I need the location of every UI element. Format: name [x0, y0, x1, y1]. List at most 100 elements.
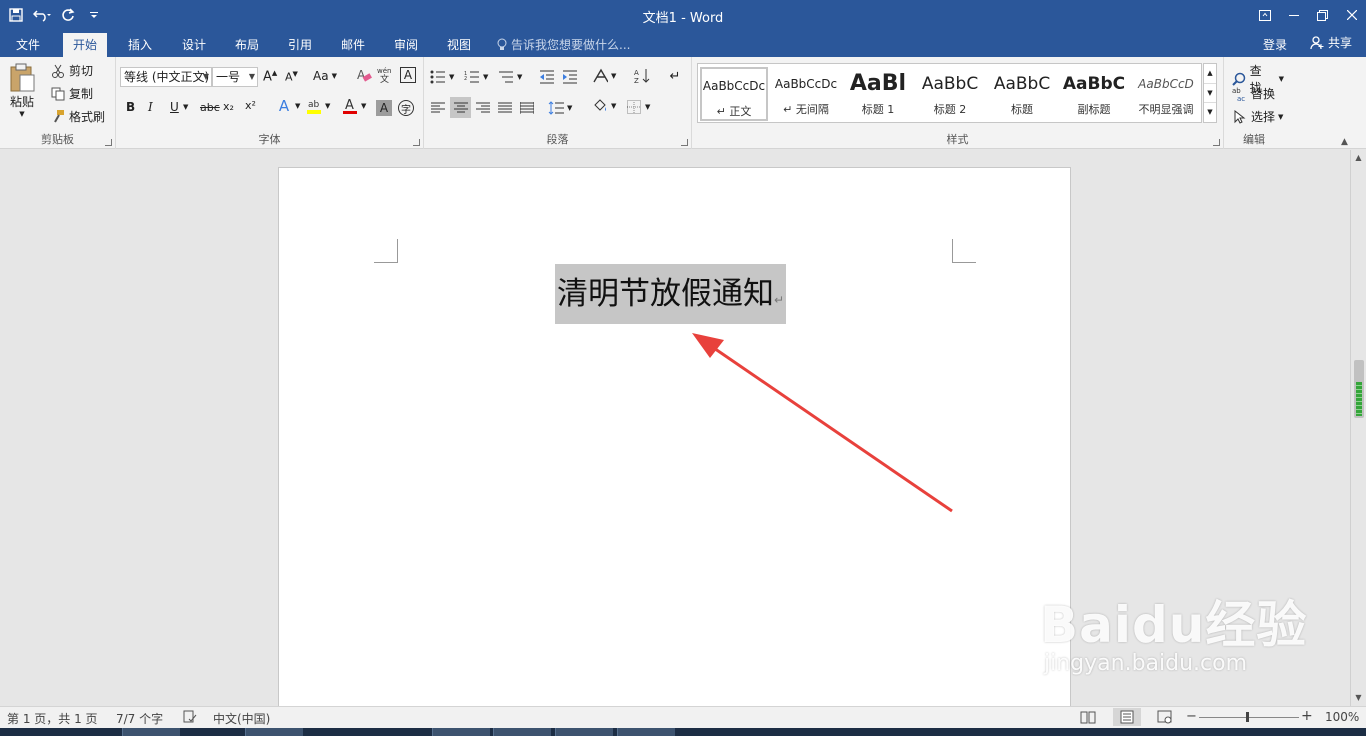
- restore-icon[interactable]: [1308, 0, 1337, 30]
- strikethrough-button[interactable]: abc: [200, 101, 220, 114]
- proofing-icon[interactable]: [183, 710, 197, 727]
- zoom-level[interactable]: 100%: [1325, 710, 1359, 724]
- style-heading-1[interactable]: AaBl 标题 1: [844, 67, 912, 121]
- replace-button[interactable]: ab ac 替换: [1232, 85, 1275, 102]
- vertical-scrollbar[interactable]: ▲ ▼: [1350, 150, 1366, 706]
- zoom-slider[interactable]: [1199, 717, 1299, 718]
- zoom-slider-thumb[interactable]: [1246, 712, 1249, 722]
- login-link[interactable]: 登录: [1263, 36, 1287, 53]
- styles-launcher-icon[interactable]: [1213, 139, 1220, 146]
- gallery-more-icon[interactable]: ▼: [1204, 102, 1216, 121]
- line-spacing-button[interactable]: ▼: [548, 100, 572, 116]
- sort-button[interactable]: AZ: [634, 68, 650, 84]
- underline-button[interactable]: U: [170, 100, 179, 114]
- show-marks-button[interactable]: ↵: [667, 68, 683, 84]
- chinese-layout-button[interactable]: ▼: [592, 68, 616, 84]
- change-case-button[interactable]: Aa ▼: [313, 69, 337, 83]
- style-heading-2[interactable]: AaBbC 标题 2: [916, 67, 984, 121]
- borders-button[interactable]: ▼: [626, 99, 650, 115]
- font-launcher-icon[interactable]: [413, 139, 420, 146]
- tell-me-search[interactable]: 告诉我您想要做什么...: [497, 36, 630, 53]
- phonetic-guide-button[interactable]: wén 文: [377, 67, 393, 83]
- phonetic-guide-icon: wén 文: [377, 67, 393, 83]
- format-painter-button[interactable]: 格式刷: [50, 108, 105, 125]
- page-count[interactable]: 第 1 页，共 1 页: [7, 710, 98, 727]
- increase-indent-button[interactable]: [562, 69, 578, 85]
- copy-label: 复制: [69, 87, 94, 101]
- highlight-color-button[interactable]: ab ▼: [306, 98, 330, 114]
- tab-design[interactable]: 设计: [172, 33, 216, 57]
- superscript-button[interactable]: x²: [245, 99, 256, 112]
- paste-button[interactable]: 粘贴 ▼: [8, 63, 36, 118]
- zoom-out-icon[interactable]: −: [1186, 709, 1197, 724]
- style-no-spacing[interactable]: AaBbCcDc ↵ 无间隔: [772, 67, 840, 121]
- character-border-button[interactable]: A: [400, 67, 416, 83]
- tab-references[interactable]: 引用: [278, 33, 322, 57]
- font-name-combo[interactable]: 等线 (中文正文) ▼: [120, 67, 212, 87]
- tab-view[interactable]: 视图: [437, 33, 481, 57]
- tab-file[interactable]: 文件: [6, 33, 50, 57]
- minimize-icon[interactable]: [1279, 0, 1308, 30]
- cut-button[interactable]: 剪切: [50, 62, 93, 79]
- subscript-button[interactable]: x₂: [223, 100, 234, 113]
- grow-font-button[interactable]: A▲: [263, 69, 277, 84]
- clipboard-launcher-icon[interactable]: [105, 139, 112, 146]
- tab-mailings[interactable]: 邮件: [331, 33, 375, 57]
- select-button[interactable]: 选择 ▼: [1232, 108, 1283, 125]
- tab-layout[interactable]: 布局: [225, 33, 269, 57]
- distributed-button[interactable]: [519, 100, 535, 116]
- line-spacing-icon: [548, 100, 564, 116]
- language-indicator[interactable]: 中文(中国): [213, 710, 270, 727]
- italic-button[interactable]: I: [148, 100, 153, 114]
- taskbar-item[interactable]: [432, 728, 490, 736]
- print-layout-icon[interactable]: [1113, 708, 1141, 726]
- align-right-button[interactable]: [475, 100, 491, 116]
- style-normal[interactable]: AaBbCcDc ↵ 正文: [700, 67, 768, 121]
- align-center-button[interactable]: [450, 97, 471, 118]
- web-layout-icon[interactable]: [1157, 710, 1173, 727]
- share-button[interactable]: 共享: [1310, 34, 1352, 51]
- taskbar-item[interactable]: [493, 728, 551, 736]
- font-color-button[interactable]: A ▼: [342, 98, 366, 114]
- text-effects-button[interactable]: A ▼: [276, 97, 301, 115]
- bullets-button[interactable]: ▼: [430, 69, 454, 85]
- shading-button[interactable]: ▼: [592, 98, 616, 114]
- zoom-in-icon[interactable]: +: [1301, 708, 1313, 724]
- copy-button[interactable]: 复制: [50, 85, 93, 102]
- svg-text:ab: ab: [1232, 87, 1241, 95]
- gallery-up-icon[interactable]: ▲: [1204, 64, 1216, 83]
- tab-insert[interactable]: 插入: [118, 33, 162, 57]
- scroll-thumb[interactable]: [1354, 360, 1364, 418]
- word-count[interactable]: 7/7 个字: [116, 710, 163, 727]
- taskbar-item[interactable]: [555, 728, 613, 736]
- style-title[interactable]: AaBbC 标题: [988, 67, 1056, 121]
- gallery-down-icon[interactable]: ▼: [1204, 83, 1216, 102]
- underline-dropdown-icon[interactable]: ▼: [183, 103, 188, 111]
- collapse-ribbon-icon[interactable]: ▲: [1341, 137, 1348, 147]
- style-subtle-emphasis[interactable]: AaBbCcD 不明显强调: [1132, 67, 1200, 121]
- scroll-up-icon[interactable]: ▲: [1351, 150, 1366, 166]
- tab-review[interactable]: 审阅: [384, 33, 428, 57]
- styles-gallery-scroll[interactable]: ▲ ▼ ▼: [1203, 63, 1217, 123]
- paragraph-launcher-icon[interactable]: [681, 139, 688, 146]
- scroll-down-icon[interactable]: ▼: [1351, 690, 1366, 706]
- font-size-combo[interactable]: 一号 ▼: [212, 67, 258, 87]
- character-shading-button[interactable]: A: [376, 100, 392, 116]
- clear-formatting-button[interactable]: A: [356, 67, 372, 83]
- align-left-button[interactable]: [430, 100, 446, 116]
- ribbon-display-icon[interactable]: [1250, 0, 1279, 30]
- close-icon[interactable]: [1337, 0, 1366, 30]
- justify-button[interactable]: [497, 100, 513, 116]
- bold-button[interactable]: B: [126, 100, 135, 114]
- shrink-font-button[interactable]: A▼: [285, 70, 298, 84]
- taskbar-item[interactable]: [245, 728, 303, 736]
- numbering-button[interactable]: 1 2 ▼: [464, 69, 488, 85]
- taskbar-item[interactable]: [122, 728, 180, 736]
- read-mode-icon[interactable]: [1080, 710, 1096, 727]
- enclose-characters-button[interactable]: 字: [398, 100, 414, 116]
- taskbar-item[interactable]: [617, 728, 675, 736]
- tab-home[interactable]: 开始: [63, 33, 108, 57]
- style-subtitle[interactable]: AaBbC 副标题: [1060, 67, 1128, 121]
- multilevel-list-button[interactable]: ▼: [498, 69, 522, 85]
- decrease-indent-button[interactable]: [539, 69, 555, 85]
